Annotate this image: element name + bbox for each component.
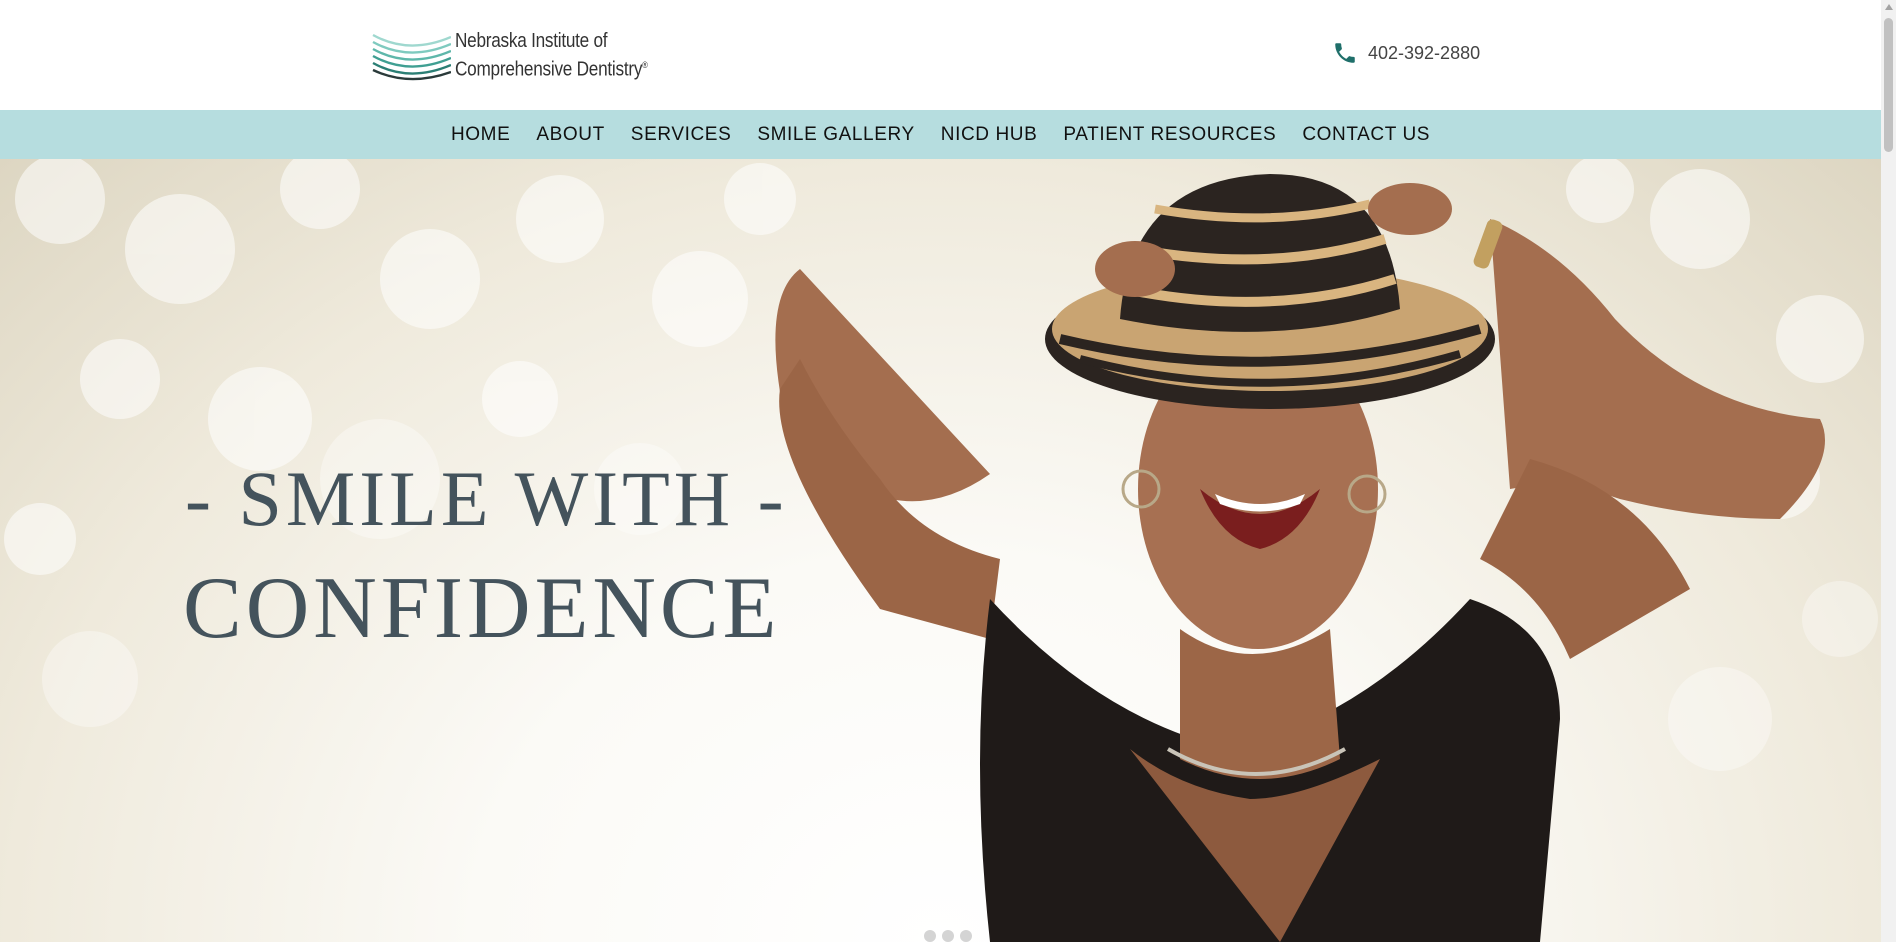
logo-mark bbox=[372, 33, 451, 81]
hero-slider[interactable]: - SMILE WITH - CONFIDENCE bbox=[0, 159, 1881, 942]
slider-dot[interactable] bbox=[942, 930, 954, 942]
nav-item-patient-resources[interactable]: PATIENT RESOURCES bbox=[1050, 124, 1289, 146]
phone-link[interactable]: 402-392-2880 bbox=[1332, 40, 1480, 66]
main-nav: HOME ABOUT SERVICES SMILE GALLERY NICD H… bbox=[0, 110, 1881, 159]
logo[interactable]: Nebraska Institute of Comprehensive Dent… bbox=[369, 24, 679, 86]
logo-line1: Nebraska Institute of bbox=[455, 29, 608, 52]
site-header: Nebraska Institute of Comprehensive Dent… bbox=[0, 0, 1881, 110]
scrollbar[interactable] bbox=[1881, 0, 1896, 942]
logo-line2: Comprehensive Dentistry bbox=[455, 58, 643, 81]
hero-headline: - SMILE WITH - CONFIDENCE bbox=[183, 444, 788, 664]
registered-mark: ® bbox=[642, 59, 648, 70]
headline-line1: - SMILE WITH - bbox=[185, 455, 788, 542]
nav-item-services[interactable]: SERVICES bbox=[618, 124, 745, 146]
phone-icon bbox=[1335, 43, 1355, 63]
logo-text: Nebraska Institute of Comprehensive Dent… bbox=[455, 29, 648, 82]
slider-dots bbox=[924, 930, 978, 942]
nav-item-smile-gallery[interactable]: SMILE GALLERY bbox=[744, 124, 927, 146]
hero-person-illustration bbox=[775, 174, 1825, 942]
nav-item-home[interactable]: HOME bbox=[438, 124, 523, 146]
page: Nebraska Institute of Comprehensive Dent… bbox=[0, 0, 1881, 942]
scroll-up-arrow[interactable] bbox=[1885, 4, 1893, 10]
slider-dot[interactable] bbox=[960, 930, 972, 942]
nav-item-nicd-hub[interactable]: NICD HUB bbox=[928, 124, 1051, 146]
nav-item-contact-us[interactable]: CONTACT US bbox=[1289, 124, 1443, 146]
phone-number[interactable]: 402-392-2880 bbox=[1368, 43, 1480, 64]
slider-dot[interactable] bbox=[924, 930, 936, 942]
nav-list: HOME ABOUT SERVICES SMILE GALLERY NICD H… bbox=[0, 110, 1881, 159]
headline-line2: CONFIDENCE bbox=[183, 560, 781, 657]
scroll-thumb[interactable] bbox=[1884, 18, 1893, 152]
nav-item-about[interactable]: ABOUT bbox=[523, 124, 617, 146]
